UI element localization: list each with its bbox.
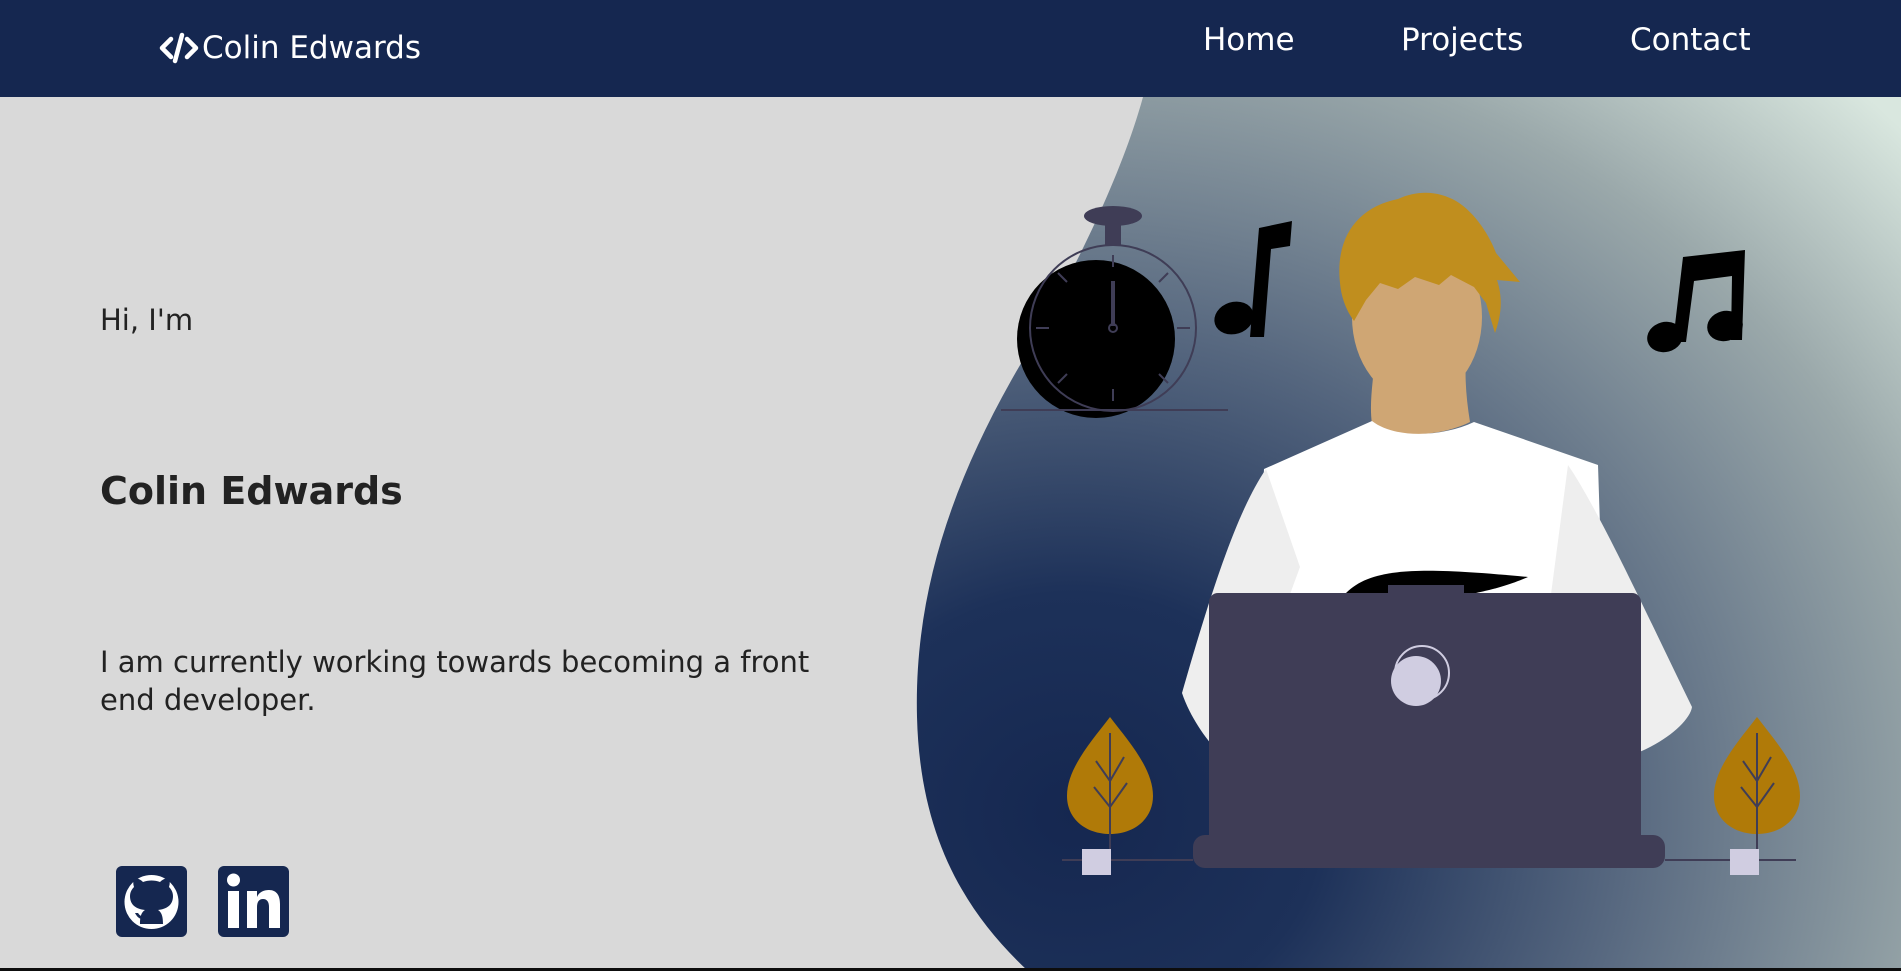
hero-name: Colin Edwards: [100, 469, 403, 513]
github-link[interactable]: [116, 866, 187, 937]
intro-text: I am currently working towards becoming …: [100, 645, 810, 717]
laptop-illustration: [1193, 593, 1665, 868]
linkedin-icon: [227, 873, 280, 928]
brand-name: Colin Edwards: [202, 30, 421, 66]
nav-home-link[interactable]: Home: [1203, 18, 1295, 62]
navbar: Colin Edwards Home Projects Contact: [0, 0, 1901, 97]
code-slash-icon: [159, 32, 199, 64]
hero-section: Hi, I'm Colin Edwards I am currently wor…: [0, 97, 1901, 971]
brand-logo-link[interactable]: Colin Edwards: [158, 28, 421, 68]
nav-contact-link[interactable]: Contact: [1630, 18, 1751, 62]
greeting-text: Hi, I'm: [100, 303, 194, 337]
hero-illustration: [916, 97, 1901, 971]
linkedin-link[interactable]: [218, 866, 289, 937]
nav-projects-link[interactable]: Projects: [1401, 18, 1523, 62]
github-icon: [124, 875, 179, 929]
